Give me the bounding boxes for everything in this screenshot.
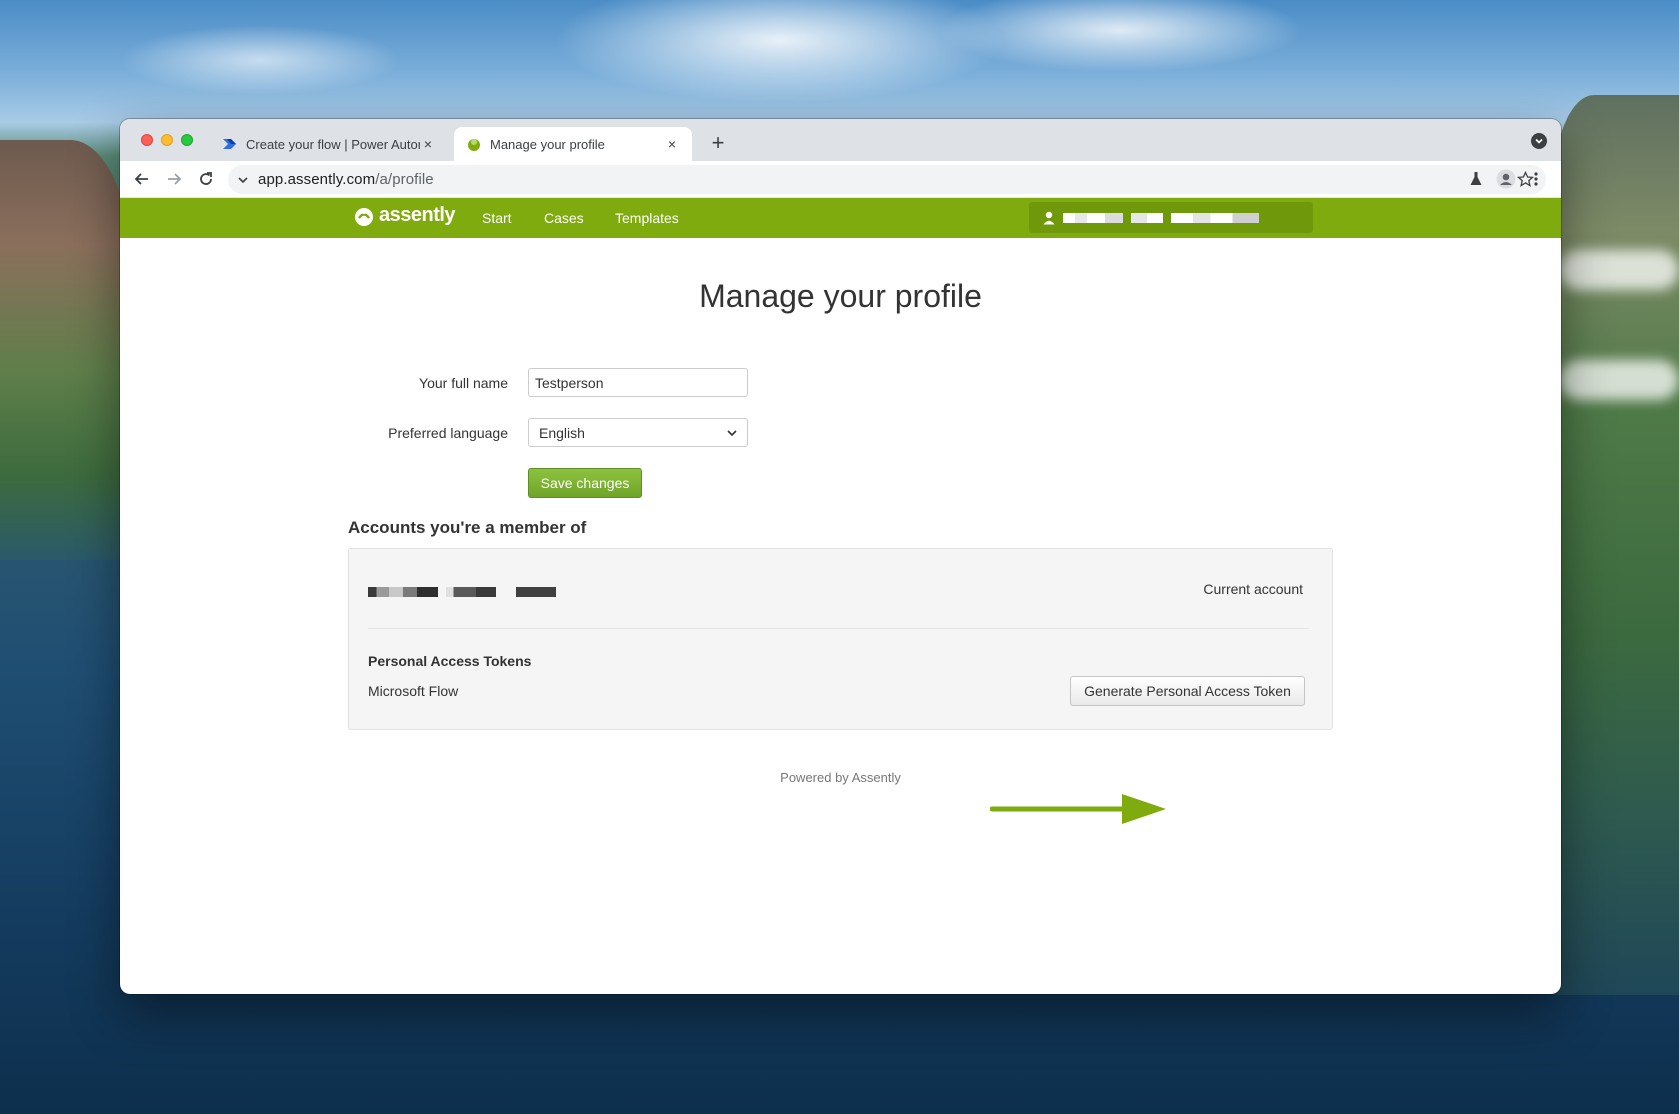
- tab-search-icon[interactable]: [1531, 133, 1547, 149]
- tab-manage-profile[interactable]: Manage your profile ×: [454, 127, 692, 161]
- redacted-account-name: [368, 587, 438, 597]
- tab-close-icon[interactable]: ×: [664, 136, 680, 152]
- back-arrow-icon[interactable]: [130, 167, 154, 191]
- redacted-user-email: [1171, 212, 1259, 223]
- forward-arrow-icon[interactable]: [162, 167, 186, 191]
- user-icon: [1043, 211, 1055, 224]
- profile-avatar-icon[interactable]: [1494, 167, 1518, 191]
- app-navbar: assently Start Cases Templates: [120, 198, 1561, 238]
- browser-window: Create your flow | Power Autom × Manage …: [120, 119, 1561, 994]
- browser-toolbar: app.assently.com/a/profile: [120, 161, 1561, 198]
- redacted-account-name: [446, 587, 496, 597]
- pointer-arrow-icon: [990, 794, 1166, 824]
- panel-divider: [368, 628, 1309, 629]
- full-name-input[interactable]: [528, 368, 748, 397]
- page-title: Manage your profile: [699, 278, 982, 314]
- labs-flask-icon[interactable]: [1464, 167, 1488, 191]
- save-changes-button[interactable]: Save changes: [528, 468, 642, 498]
- redacted-account-name: [516, 587, 556, 597]
- assently-logo[interactable]: assently: [353, 204, 456, 227]
- site-info-chevron-icon[interactable]: [228, 174, 258, 186]
- url-text: app.assently.com/a/profile: [258, 171, 434, 188]
- minimize-window-button[interactable]: [161, 134, 173, 146]
- address-bar[interactable]: app.assently.com/a/profile: [228, 165, 1546, 194]
- reload-icon[interactable]: [194, 167, 218, 191]
- tab-close-icon[interactable]: ×: [420, 136, 436, 152]
- preferred-language-label: Preferred language: [388, 425, 508, 441]
- nav-cases[interactable]: Cases: [544, 210, 584, 226]
- redacted-user-name: [1063, 212, 1123, 223]
- personal-access-tokens-title: Personal Access Tokens: [368, 653, 532, 669]
- preferred-language-select[interactable]: English: [528, 418, 748, 447]
- nav-start[interactable]: Start: [482, 210, 512, 226]
- token-item-microsoft-flow: Microsoft Flow: [368, 683, 459, 699]
- chevron-down-icon: [727, 429, 737, 436]
- nav-templates[interactable]: Templates: [615, 210, 679, 226]
- wallpaper-hill-left: [0, 140, 130, 560]
- new-tab-button[interactable]: +: [704, 129, 732, 157]
- wallpaper-hill-right: [1554, 95, 1679, 995]
- tab-title: Create your flow | Power Autom: [246, 136, 420, 152]
- current-account-label: Current account: [1203, 581, 1303, 597]
- url-host: app.assently.com: [258, 171, 376, 188]
- wallpaper-cloud: [1559, 250, 1679, 290]
- tab-power-automate[interactable]: Create your flow | Power Autom ×: [210, 127, 448, 161]
- account-row[interactable]: [368, 587, 564, 597]
- zoom-window-button[interactable]: [181, 134, 193, 146]
- accounts-heading: Accounts you're a member of: [348, 518, 587, 537]
- assently-favicon-icon: [466, 136, 482, 152]
- url-path: /a/profile: [375, 171, 434, 188]
- redacted-user-name: [1131, 212, 1163, 223]
- wallpaper-cloud: [1559, 360, 1679, 400]
- close-window-button[interactable]: [141, 134, 153, 146]
- brand-name: assently: [379, 204, 456, 226]
- tab-title: Manage your profile: [490, 136, 605, 152]
- tab-strip: Create your flow | Power Autom × Manage …: [120, 119, 1561, 161]
- assently-logo-icon: [355, 207, 373, 226]
- menu-kebab-icon[interactable]: [1524, 167, 1548, 191]
- full-name-label: Your full name: [419, 375, 508, 391]
- accounts-panel: Current account Personal Access Tokens M…: [348, 548, 1333, 730]
- user-menu[interactable]: [1029, 202, 1313, 233]
- selected-language: English: [539, 424, 585, 441]
- power-automate-icon: [222, 136, 238, 152]
- powered-by-footer: Powered by Assently: [780, 770, 901, 785]
- generate-token-button[interactable]: Generate Personal Access Token: [1070, 676, 1305, 706]
